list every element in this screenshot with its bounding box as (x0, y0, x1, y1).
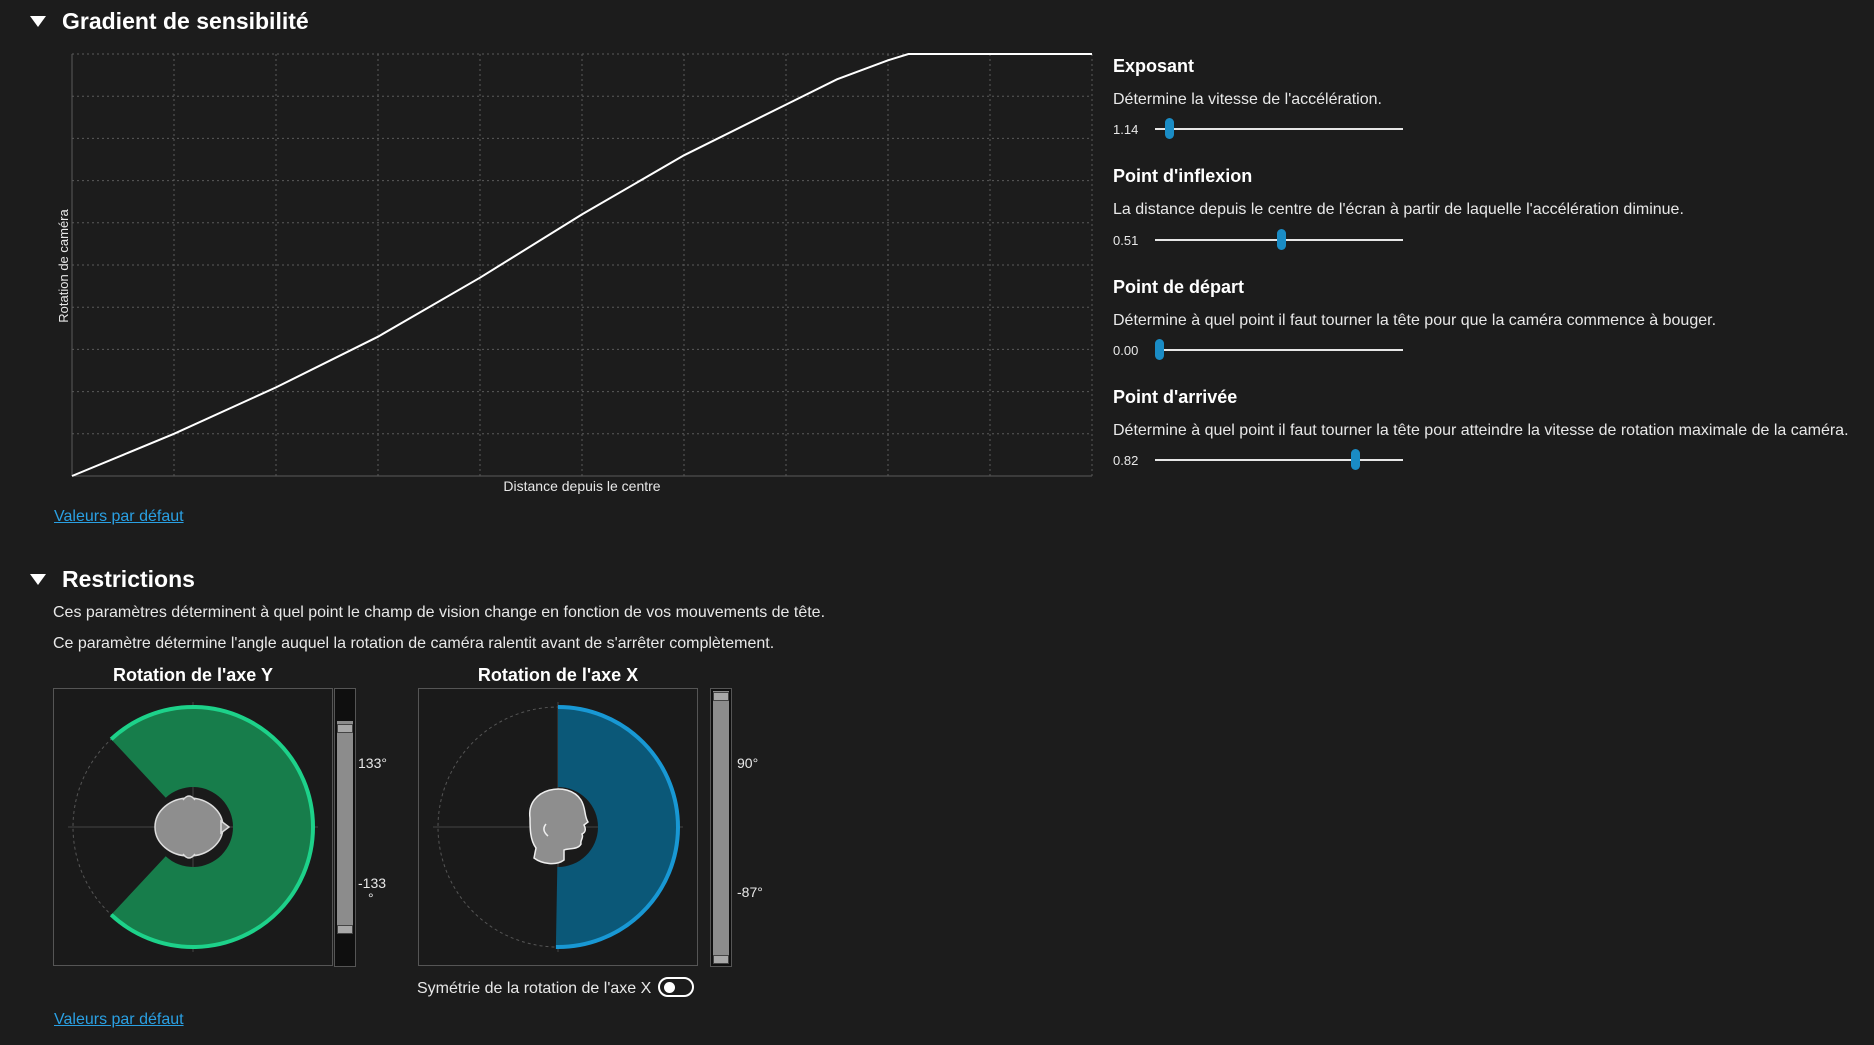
y-axis-title: Rotation de l'axe Y (113, 665, 273, 685)
vertical-slider-fill (713, 691, 729, 962)
param-arrivee: Point d'arrivée Détermine à quel point i… (1113, 387, 1873, 440)
restrictions-section-header[interactable]: Restrictions (30, 566, 195, 593)
exposant-slider[interactable] (1155, 118, 1403, 140)
y-axis-rotation-diagram (53, 688, 333, 966)
restrictions-description: Ces paramètres déterminent à quel point … (53, 604, 826, 621)
x-min-handle[interactable] (713, 955, 729, 964)
inflexion-slider[interactable] (1155, 229, 1403, 251)
sensitivity-section-title: Gradient de sensibilité (62, 8, 309, 34)
vertical-slider-fill (337, 721, 353, 932)
x-max-handle[interactable] (713, 692, 729, 701)
slider-thumb[interactable] (1164, 118, 1174, 139)
param-description: La distance depuis le centre de l'écran … (1113, 201, 1684, 218)
param-description: Détermine la vitesse de l'accélération. (1113, 91, 1382, 108)
param-title: Point d'arrivée (1113, 387, 1238, 407)
y-min-label: -133 (358, 875, 387, 891)
param-title: Exposant (1113, 56, 1195, 76)
x-max-label: 90° (737, 755, 759, 771)
collapse-triangle-icon (30, 16, 46, 27)
param-description: Détermine à quel point il faut tourner l… (1113, 312, 1717, 329)
slider-thumb[interactable] (1350, 449, 1360, 470)
restrictions-section-title: Restrictions (62, 566, 195, 592)
param-exposant: Exposant Détermine la vitesse de l'accél… (1113, 56, 1873, 109)
y-min-label-unit: ° (368, 890, 374, 906)
chart-grid (71, 53, 1093, 477)
exposant-value: 1.14 (1113, 122, 1139, 137)
arrivee-value: 0.82 (1113, 453, 1139, 468)
y-max-label: 133° (358, 755, 387, 771)
slider-thumb[interactable] (1276, 229, 1286, 250)
slider-track (1155, 128, 1403, 130)
slider-thumb[interactable] (1155, 339, 1164, 360)
param-title: Point de départ (1113, 277, 1245, 297)
symmetry-toggle[interactable] (658, 977, 694, 997)
param-inflexion: Point d'inflexion La distance depuis le … (1113, 166, 1873, 219)
x-min-label: -87° (737, 884, 763, 900)
x-axis-rotation-diagram (418, 688, 698, 966)
param-depart: Point de départ Détermine à quel point i… (1113, 277, 1873, 330)
symmetry-label: Symétrie de la rotation de l'axe X (417, 980, 652, 997)
restrictions-angle-description: Ce paramètre détermine l'angle auquel la… (53, 635, 775, 652)
y-range-vertical-slider[interactable] (334, 688, 356, 967)
sensitivity-curve-chart: Rotation de caméra Distance depuis le ce… (56, 53, 1093, 494)
chart-x-axis-label: Distance depuis le centre (503, 478, 660, 494)
toggle-knob (664, 982, 675, 993)
collapse-triangle-icon (30, 574, 46, 585)
param-title: Point d'inflexion (1113, 166, 1253, 186)
y-min-handle[interactable] (337, 925, 353, 934)
x-range-vertical-slider[interactable] (710, 688, 732, 967)
y-max-handle[interactable] (337, 724, 353, 733)
depart-value: 0.00 (1113, 343, 1139, 358)
sensitivity-defaults-link[interactable]: Valeurs par défaut (54, 508, 184, 526)
arrivee-slider[interactable] (1155, 449, 1403, 471)
param-description: Détermine à quel point il faut tourner l… (1113, 422, 1849, 439)
depart-slider[interactable] (1155, 339, 1403, 361)
x-axis-title: Rotation de l'axe X (477, 665, 639, 685)
inflexion-value: 0.51 (1113, 233, 1139, 248)
sensitivity-section-header[interactable]: Gradient de sensibilité (30, 8, 309, 35)
restrictions-defaults-link[interactable]: Valeurs par défaut (54, 1011, 184, 1029)
chart-y-axis-label: Rotation de caméra (56, 209, 71, 323)
slider-track (1155, 459, 1403, 461)
slider-track (1155, 349, 1403, 351)
